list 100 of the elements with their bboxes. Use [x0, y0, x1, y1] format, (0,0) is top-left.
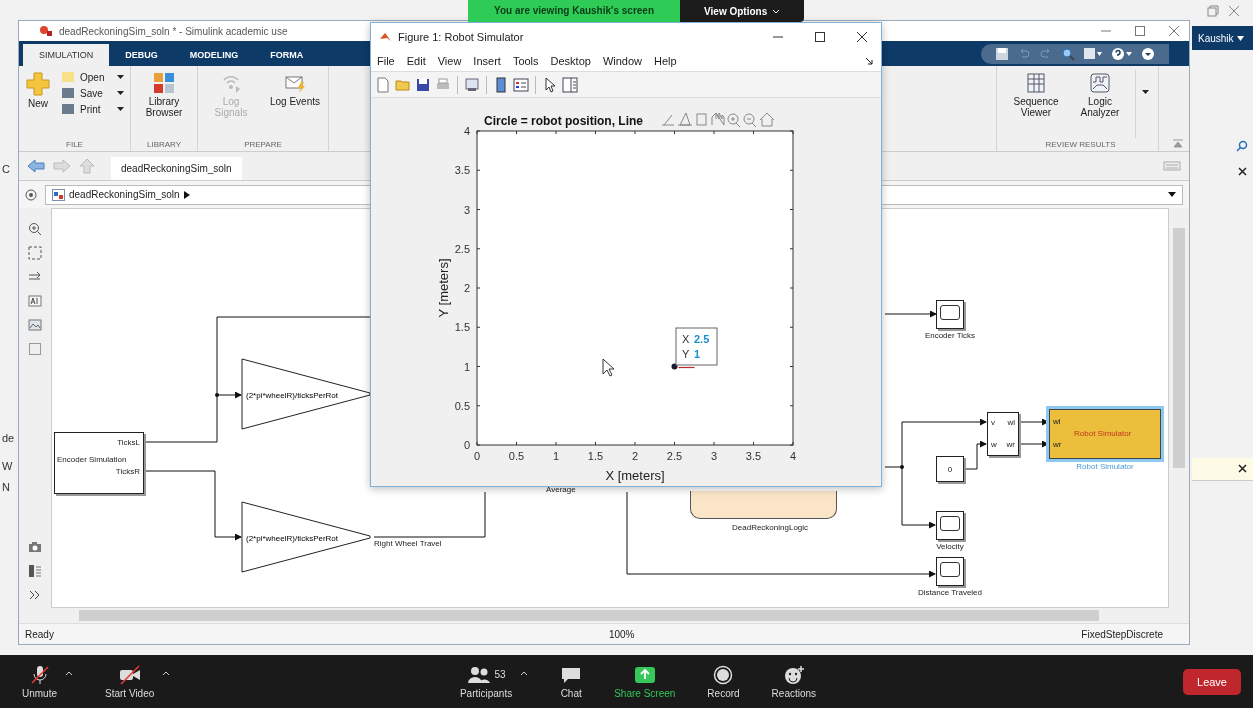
tick-label: 3.5	[454, 164, 470, 177]
block-name: Encoder Ticks	[924, 331, 976, 340]
tick-label: 0	[473, 450, 481, 462]
close-icon[interactable]	[1238, 167, 1247, 176]
mux-block[interactable]: v wl w wr	[987, 412, 1019, 456]
vertical-scrollbar[interactable]	[1169, 208, 1189, 608]
close-icon[interactable]	[1238, 464, 1247, 473]
horizontal-scrollbar[interactable]	[19, 608, 1189, 623]
text-icon[interactable]	[28, 294, 42, 308]
gain-expression: (2*pi*wheelR)/ticksPerRot	[246, 391, 339, 400]
scope-block[interactable]	[936, 557, 964, 586]
ribbon-command[interactable]: Logic Analyzer	[1071, 70, 1129, 138]
smiley-icon	[782, 664, 805, 685]
tick-label: 1.5	[454, 321, 470, 334]
leave-button[interactable]: Leave	[1183, 668, 1241, 695]
dock-arrow-icon[interactable]	[865, 57, 873, 65]
ribbon-command[interactable]: Library Browser	[135, 70, 193, 138]
menu-item[interactable]: View	[437, 55, 462, 67]
group-label: PREPARE	[244, 139, 282, 151]
scope-block[interactable]	[936, 511, 964, 540]
connector-line	[1018, 418, 1049, 426]
block-name: Velocity	[936, 542, 964, 551]
pointer-icon[interactable]	[542, 76, 558, 93]
search-icon[interactable]	[1061, 46, 1075, 61]
junction-dot	[900, 465, 904, 469]
tick-label: 4	[789, 450, 797, 462]
properties-icon[interactable]	[28, 564, 42, 578]
table-icon	[1025, 72, 1047, 94]
meeting-control[interactable]: Start Video	[105, 664, 155, 699]
maximize-icon[interactable]	[813, 31, 827, 43]
image-icon[interactable]	[28, 318, 42, 332]
tick-label: 0.5	[508, 450, 525, 462]
share-screen-icon	[633, 665, 656, 684]
cursor-icon	[602, 358, 615, 377]
ribbon-tab[interactable]: MODELING	[173, 44, 255, 66]
edge-label: N	[2, 481, 10, 493]
ribbon-tab[interactable]: FORMA	[254, 44, 320, 66]
meeting-control[interactable]: Reactions	[771, 664, 817, 699]
caret-icon[interactable]	[65, 670, 73, 676]
camera-icon[interactable]	[28, 540, 42, 554]
caret-icon[interactable]	[162, 670, 171, 676]
meeting-control[interactable]: Share Screen	[614, 664, 676, 699]
meeting-control[interactable]: Record	[707, 664, 740, 699]
double-chevron-icon[interactable]	[28, 588, 42, 602]
edge-label: W	[2, 460, 13, 472]
link-plot-icon[interactable]	[464, 76, 480, 93]
ribbon-command[interactable]: Log Events	[266, 70, 324, 138]
property-panel-icon[interactable]	[562, 76, 578, 93]
expand-icon[interactable]	[25, 188, 37, 201]
tick-label: 1	[463, 360, 470, 373]
grid-icon	[153, 72, 175, 94]
legend-icon[interactable]	[513, 76, 529, 93]
x-axis-label: X [meters]	[605, 468, 665, 483]
new-button[interactable]: New	[23, 70, 53, 138]
model-tab[interactable]: deadReckoningSim_soln	[111, 157, 242, 180]
menu-item[interactable]: Tools	[512, 55, 539, 67]
scope-block[interactable]	[936, 300, 964, 329]
caret-icon	[117, 91, 124, 95]
menu-item[interactable]: Help	[654, 55, 677, 67]
user-menu[interactable]: Kaushik	[1198, 32, 1234, 44]
help-icon[interactable]	[1111, 46, 1133, 61]
meeting-control[interactable]: Unmute	[22, 664, 57, 699]
menu-item[interactable]: Edit	[406, 55, 426, 67]
view-options-button[interactable]: View Options	[680, 0, 805, 22]
junction-dot	[215, 393, 219, 397]
video-camera-icon	[117, 664, 142, 685]
tick-label: 2	[631, 450, 639, 462]
signal-label: Average	[546, 485, 576, 494]
meeting-control[interactable]: 53 Participants	[459, 664, 513, 699]
file-menu-button[interactable]: Print	[59, 102, 126, 116]
shortcut-icon[interactable]	[1083, 46, 1103, 61]
file-menu-button[interactable]: Open	[59, 70, 126, 84]
status-text: Ready	[25, 628, 54, 640]
menu-item[interactable]: Desktop	[550, 55, 591, 67]
ribbon-tab[interactable]: DEBUG	[109, 44, 174, 66]
menu-item[interactable]: Insert	[473, 55, 501, 67]
chart-block[interactable]	[690, 491, 837, 519]
subsystem-block[interactable]: TicksL Encoder Simulation TicksR	[54, 432, 144, 494]
file-menu-button[interactable]: Save	[59, 86, 126, 100]
back-arrow-icon[interactable]	[27, 159, 45, 173]
constant-block[interactable]: 0	[936, 456, 964, 482]
menu-item[interactable]: Window	[602, 55, 643, 67]
close-icon[interactable]	[855, 31, 869, 43]
meeting-control[interactable]: Chat	[560, 664, 583, 699]
expand-icon[interactable]	[1141, 46, 1155, 61]
subsystem-block[interactable]: wl Robot Simulator wr	[1049, 409, 1161, 459]
menu-item[interactable]: File	[377, 55, 395, 67]
caret-icon[interactable]	[520, 670, 529, 676]
block-name: Robot Simulator	[1075, 462, 1135, 471]
ribbon-command[interactable]: Sequence Viewer	[1007, 70, 1065, 138]
save-icon[interactable]	[995, 46, 1009, 61]
search-icon[interactable]	[1236, 140, 1248, 152]
zoom-level: 100%	[608, 628, 635, 640]
ribbon-tab[interactable]: SIMULATION	[23, 44, 110, 66]
colorbar-icon[interactable]	[493, 76, 509, 93]
save-icon[interactable]	[415, 76, 431, 93]
gain-block[interactable]	[241, 501, 371, 573]
zoom-in-icon[interactable]	[28, 222, 42, 236]
tick-label: 1	[552, 450, 560, 462]
gain-block[interactable]	[241, 358, 371, 430]
